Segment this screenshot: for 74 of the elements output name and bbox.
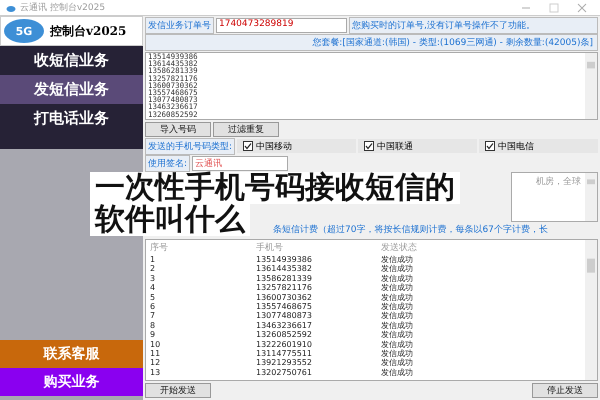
action-button[interactable]: 过滤重复 bbox=[213, 122, 279, 136]
table-cell-text: 13260852592 bbox=[255, 330, 313, 340]
maximize-icon[interactable] bbox=[549, 2, 559, 12]
cloud-icon bbox=[6, 4, 16, 12]
table-cell-text: 发信成功 bbox=[380, 263, 414, 274]
action-button[interactable]: 开始发送 bbox=[145, 383, 211, 398]
table-cell-text: 1 bbox=[149, 255, 156, 264]
order-label: 发信业务订单号 bbox=[145, 16, 214, 34]
checkbox-label: 中国联通 bbox=[377, 140, 414, 152]
table-cell-text: 12 bbox=[149, 358, 162, 368]
table-cell-text: 13614435382 bbox=[255, 264, 313, 274]
table-cell-text: 4 bbox=[149, 283, 156, 292]
table-cell-text: 9 bbox=[149, 330, 156, 340]
table-cell-text: 13921293552 bbox=[255, 358, 313, 368]
table-cell-text: 发信成功 bbox=[380, 357, 414, 368]
table-cell-text: 发信成功 bbox=[380, 292, 414, 302]
order-field[interactable]: 1740473289819 bbox=[216, 18, 347, 32]
table-cell-text: 发信成功 bbox=[380, 338, 414, 350]
table-cell-text: 13586281339 bbox=[255, 274, 313, 283]
table-cell-text: 13557468675 bbox=[255, 302, 313, 311]
table-cell-text: 11 bbox=[149, 348, 162, 358]
signature-label: 使用签名: bbox=[145, 154, 190, 172]
table-cell-text: 3 bbox=[149, 274, 156, 283]
checkbox-label: 中国电信 bbox=[498, 140, 534, 152]
table-cell-text: 13077480873 bbox=[255, 311, 313, 320]
scrollbar-icon[interactable] bbox=[585, 53, 597, 119]
table-cell-text: 6 bbox=[149, 302, 156, 311]
column-header: 发送状态 bbox=[380, 242, 418, 254]
column-header: 序号 bbox=[149, 242, 169, 254]
checkbox-label: 中国移动 bbox=[256, 140, 292, 152]
checkbox[interactable] bbox=[243, 141, 254, 151]
table-cell-text: 5 bbox=[149, 292, 156, 302]
table-cell-text: 13202750761 bbox=[255, 368, 313, 377]
table-cell-text: 发信成功 bbox=[380, 320, 414, 330]
table-cell-text: 13222601910 bbox=[255, 340, 313, 349]
table-cell-text: 2 bbox=[149, 264, 156, 274]
table-cell-text: 13114775511 bbox=[255, 348, 313, 358]
close-icon[interactable] bbox=[577, 2, 587, 12]
table-cell-text: 发信成功 bbox=[380, 348, 414, 358]
table-cell-text: 发信成功 bbox=[380, 329, 414, 340]
logo-badge: 5G bbox=[4, 19, 44, 43]
overlay-title: 一次性手机号码接收短信的 bbox=[90, 172, 460, 204]
billing-note: 条短信计费（超过70字，将按长信规则计费，每条以67个字计费，长 bbox=[272, 224, 549, 237]
table-cell-text: 13 bbox=[149, 368, 162, 377]
table-cell-text: 发信成功 bbox=[380, 254, 414, 264]
table-cell-text: 13257821176 bbox=[255, 283, 313, 292]
logo-title: 控制台v2025 bbox=[50, 22, 126, 40]
sidebar-item[interactable]: 发短信业务 bbox=[0, 75, 143, 104]
table-cell-text: 发信成功 bbox=[380, 366, 414, 378]
scrollbar-icon[interactable] bbox=[585, 173, 597, 221]
table-cell-text: 13600730362 bbox=[255, 292, 313, 302]
window-title: 云通讯 控制台v2025 bbox=[20, 2, 106, 14]
action-button[interactable]: 停止发送 bbox=[532, 383, 598, 398]
action-button[interactable]: 导入号码 bbox=[145, 122, 211, 136]
table-cell-text: 13463236617 bbox=[255, 320, 313, 330]
table-cell-text: 8 bbox=[149, 320, 156, 330]
table-cell-text: 发信成功 bbox=[380, 301, 414, 312]
package-info: 您套餐:[国家通道:(韩国) - 类型:(1069三网通) - 剩余数量:(42005)条] bbox=[145, 34, 598, 51]
column-header: 手机号 bbox=[255, 242, 284, 254]
table-cell-text: 发信成功 bbox=[380, 310, 414, 322]
table-cell-text: 13514939386 bbox=[255, 255, 313, 264]
carrier-label: 发送的手机号码类型: bbox=[145, 138, 236, 154]
checkbox[interactable] bbox=[364, 141, 374, 151]
signature-field[interactable]: 云通讯 bbox=[192, 156, 288, 170]
scrollbar-icon[interactable] bbox=[585, 240, 597, 380]
table-cell-text: 发信成功 bbox=[380, 282, 414, 294]
table-cell-text: 10 bbox=[149, 340, 162, 349]
overlay-title: 软件叫什么 bbox=[90, 204, 250, 236]
checkbox[interactable] bbox=[485, 141, 496, 151]
sidebar-button[interactable]: 购买业务 bbox=[0, 368, 143, 396]
order-hint: 您购买时的订单号,没有订单号操作不了功能。 bbox=[349, 16, 598, 34]
table-cell-text: 7 bbox=[149, 311, 156, 320]
sidebar-button[interactable]: 联系客服 bbox=[0, 340, 143, 368]
table-cell-text: 发信成功 bbox=[380, 272, 414, 284]
